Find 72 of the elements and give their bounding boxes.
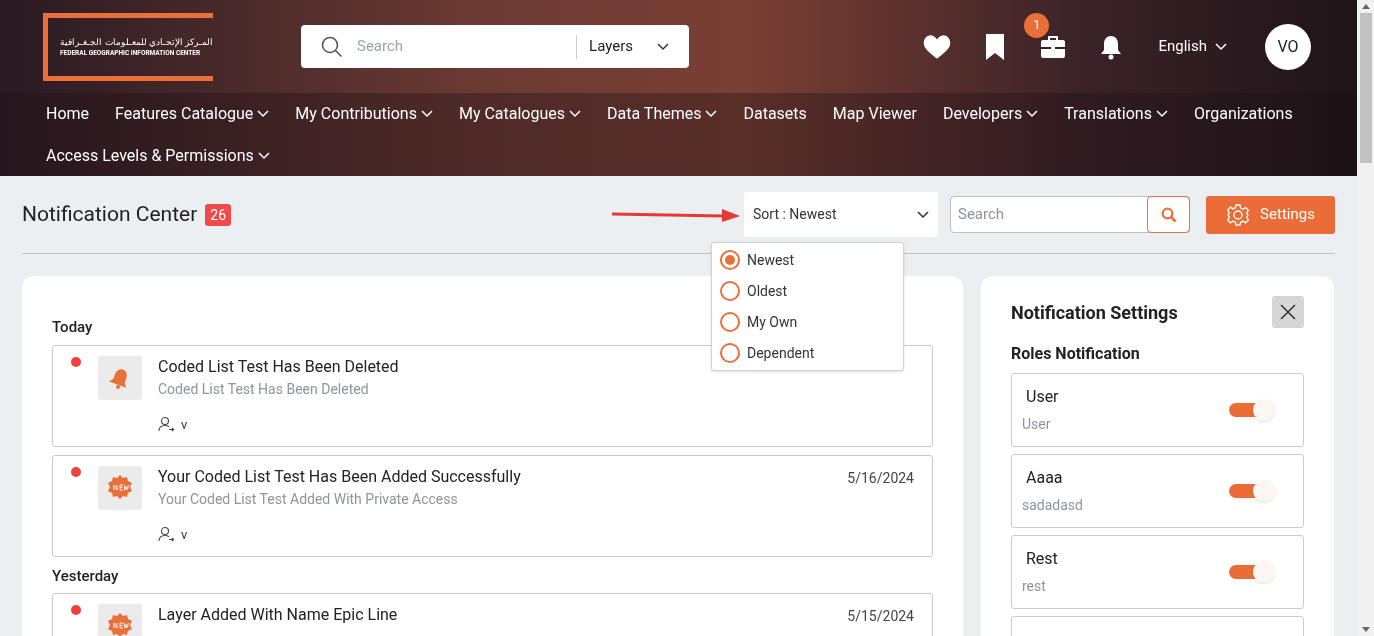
role-name: Aaaa [1025, 466, 1064, 489]
logo-arabic-text: المـركز الإتحـادي للمعـلومات الجـغـرافية [60, 35, 213, 48]
role-description: User [1022, 414, 1052, 434]
scroll-down-icon[interactable] [1361, 627, 1370, 632]
group-heading: Today [52, 317, 93, 338]
scroll-up-icon[interactable] [1361, 4, 1370, 9]
nav-link[interactable]: My Contributions [295, 103, 433, 125]
notification-subtitle: Your Coded List Test Added With Private Access [158, 489, 459, 509]
chevron-down-icon [1215, 42, 1227, 51]
search-icon [1160, 206, 1177, 223]
sort-option[interactable]: Oldest [720, 280, 895, 302]
nav-link[interactable]: Map Viewer [832, 103, 917, 125]
sort-option[interactable]: Newest [720, 249, 895, 271]
count-badge: 26 [205, 203, 232, 226]
new-badge-icon [106, 473, 134, 502]
search-bar[interactable]: Search Layers [301, 25, 689, 68]
nav-link[interactable]: Features Catalogue [115, 103, 270, 125]
chevron-down-icon [917, 210, 929, 219]
heart-icon[interactable] [923, 33, 952, 60]
new-badge-icon [106, 612, 134, 636]
count-badge: 1 [1024, 12, 1050, 38]
notification-title: Layer Added With Name Epic Line [158, 604, 399, 626]
notification-title: Your Coded List Test Has Been Added Successfully [158, 465, 522, 488]
notification-date: 5/15/2024 [847, 607, 914, 626]
role-description: rest [1022, 576, 1047, 596]
radio-button[interactable] [720, 312, 740, 332]
close-button[interactable] [1272, 296, 1304, 328]
role-name: Rest [1025, 547, 1058, 570]
user-avatar[interactable]: VO [1265, 23, 1311, 70]
page-title: Notification Center [22, 200, 198, 228]
layers-dropdown[interactable]: Layers [589, 35, 669, 58]
notification-item[interactable]: Your Coded List Test Has Been Added Successfully Your Coded List Test Added With Private Access v 5/16/2024 [52, 454, 933, 557]
search-input[interactable]: Search [357, 35, 565, 58]
notification-user: v [181, 525, 188, 544]
settings-icon [1226, 202, 1251, 227]
role-name: User [1025, 385, 1059, 408]
nav-link[interactable]: Organizations [1193, 103, 1293, 125]
nav-link[interactable]: Translations [1064, 103, 1168, 125]
user-icon [158, 416, 175, 433]
nav-link[interactable]: Datasets [743, 103, 807, 125]
nav-link[interactable]: My Catalogues [458, 103, 582, 125]
bell-icon[interactable] [1099, 33, 1124, 60]
notification-title: Coded List Test Has Been Deleted [158, 355, 400, 378]
sort-option[interactable]: Dependent [720, 342, 895, 364]
notification-subtitle: Coded List Test Has Been Deleted [158, 379, 370, 399]
group-heading: Yesterday [52, 565, 119, 587]
search-field[interactable]: Search [950, 196, 1190, 233]
toolbox-icon[interactable] [1040, 34, 1067, 59]
scrollbar-thumb[interactable] [1359, 13, 1372, 163]
nav-link[interactable]: Developers [942, 103, 1039, 125]
notification-item[interactable]: Layer Added With Name Epic Line 5/15/2024 [52, 593, 933, 636]
role-description: sadadasd [1022, 495, 1083, 515]
notification-date: 5/16/2024 [847, 468, 914, 488]
bookmark-icon[interactable] [985, 32, 1006, 61]
sort-option[interactable]: My Own [720, 311, 895, 333]
notification-user: v [181, 415, 188, 434]
nav-link[interactable]: Home [46, 103, 90, 125]
panel-title: Notification Settings [1011, 300, 1178, 325]
search-button[interactable] [1147, 196, 1190, 233]
search-input[interactable]: Search [951, 197, 1148, 232]
language-dropdown[interactable]: English [1158, 35, 1227, 58]
radio-button[interactable] [720, 250, 740, 270]
close-icon [1280, 304, 1296, 320]
user-icon [158, 526, 175, 543]
sort-dropdown[interactable]: Sort : Newest [744, 192, 938, 237]
nav-link[interactable]: Data Themes [607, 103, 718, 125]
chevron-down-icon [657, 42, 669, 51]
nav-link[interactable]: Access Levels & Permissions [46, 145, 270, 167]
radio-button[interactable] [720, 343, 740, 363]
search-icon [321, 35, 343, 58]
radio-button[interactable] [720, 281, 740, 301]
section-heading: Roles Notification [1011, 343, 1141, 365]
